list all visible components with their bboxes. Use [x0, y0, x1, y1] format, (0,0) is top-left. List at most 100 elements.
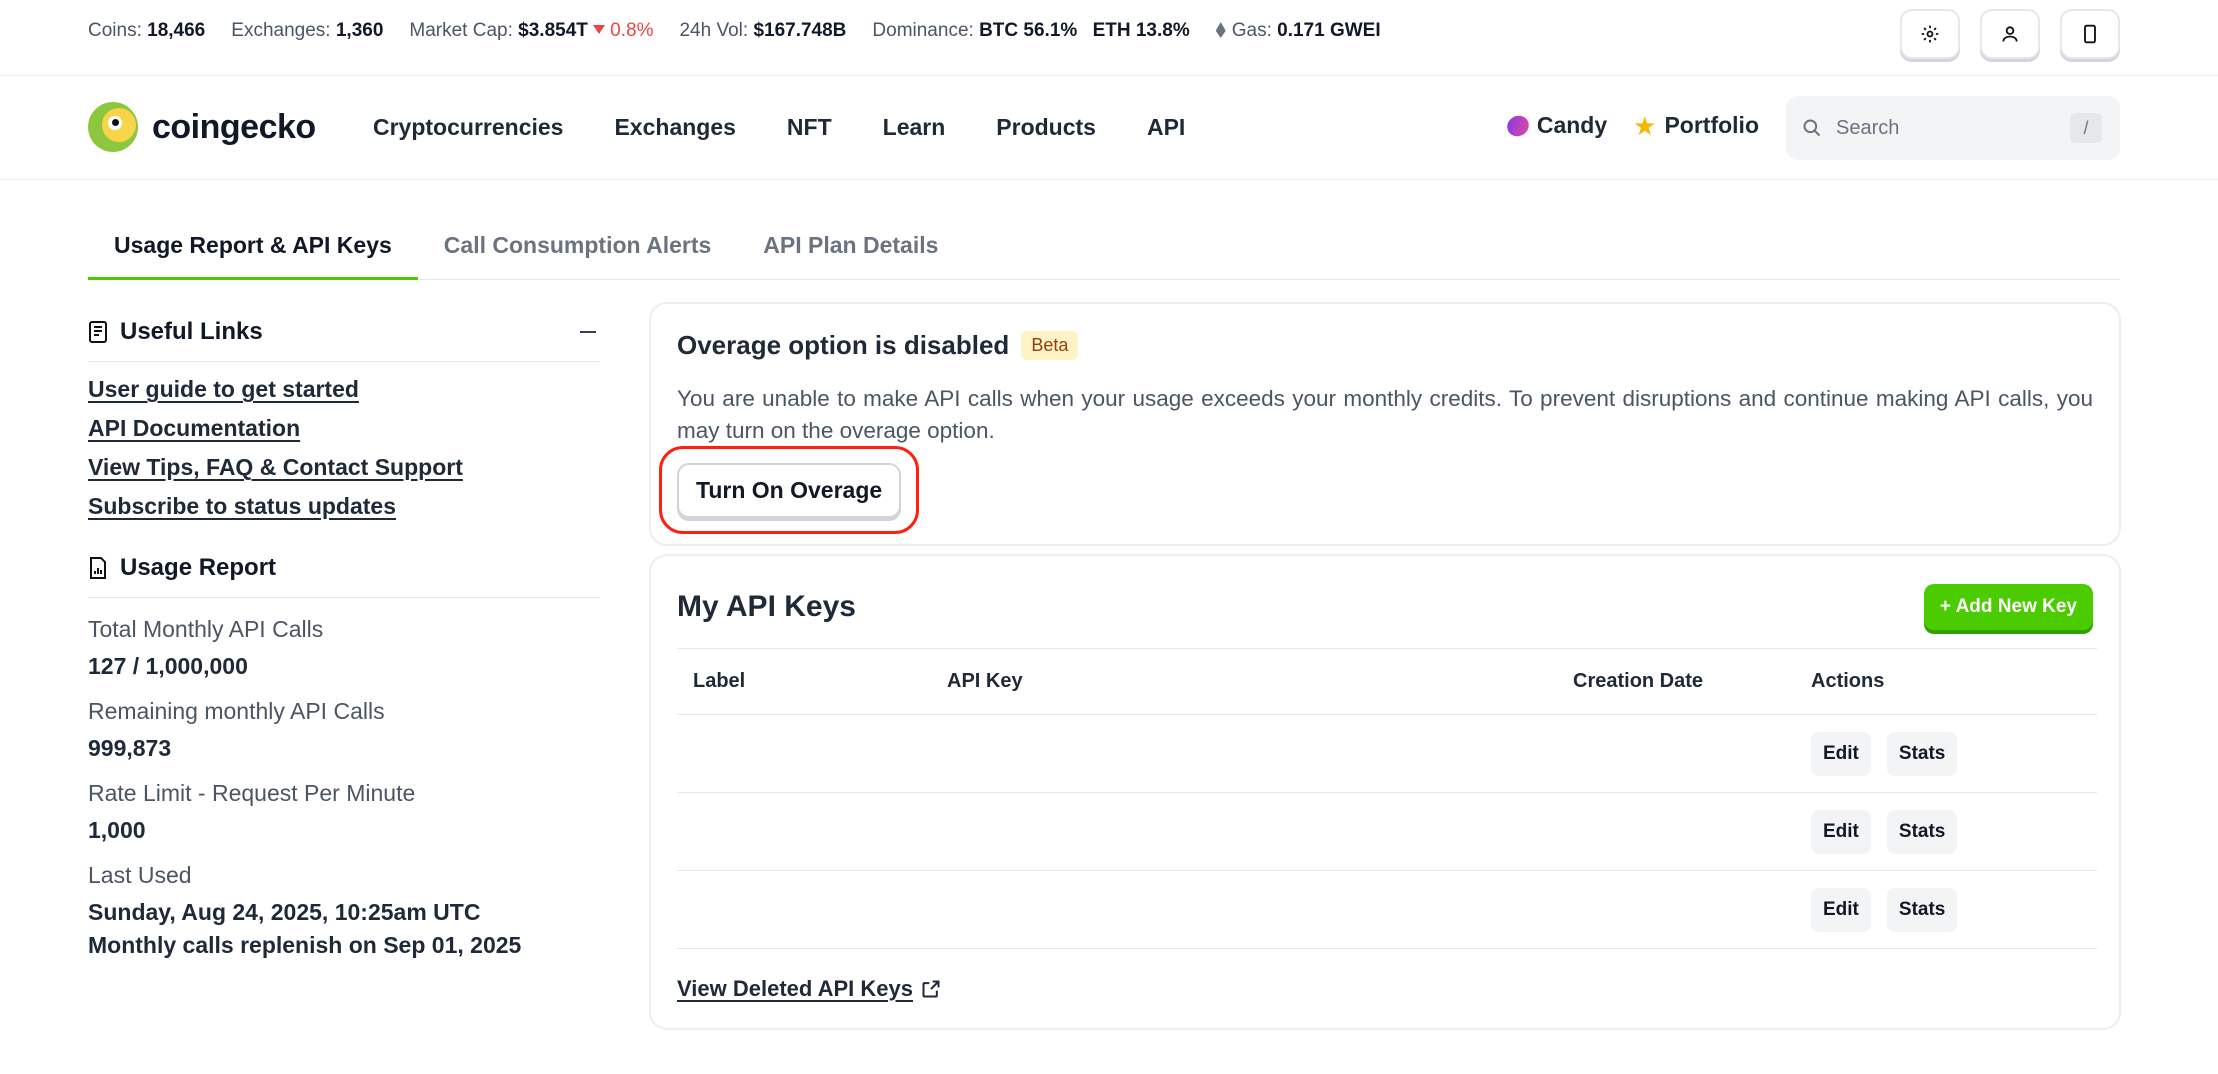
column-actions: Actions: [1795, 648, 2097, 715]
top-icon-buttons: [1900, 9, 2120, 59]
table-row: Edit Stats: [677, 714, 2097, 793]
dominance-label: Dominance:: [872, 20, 974, 41]
market-stats: Coins: 18,466 Exchanges: 1,360 Market Ca…: [88, 20, 1381, 42]
volume-label: 24h Vol:: [679, 20, 749, 41]
cell-creation-date: [1557, 870, 1795, 949]
stats-button[interactable]: Stats: [1886, 809, 1958, 854]
metric-value: 1,000: [88, 817, 146, 843]
metric-value: 127 / 1,000,000: [88, 653, 248, 679]
nav-item-nft[interactable]: NFT: [787, 114, 832, 141]
last-used-value: Sunday, Aug 24, 2025, 10:25am UTC: [88, 899, 481, 925]
book-icon: [89, 320, 107, 343]
coins-value: 18,466: [147, 20, 206, 41]
ethereum-icon: [1215, 22, 1226, 38]
tab-usage-report[interactable]: Usage Report & API Keys: [88, 218, 418, 280]
cell-creation-date: [1557, 792, 1795, 871]
market-cap-stat[interactable]: Market Cap: $3.854T 0.8%: [409, 20, 653, 42]
edit-button[interactable]: Edit: [1811, 887, 1871, 932]
settings-button[interactable]: [1900, 9, 1960, 59]
useful-links-header[interactable]: Useful Links: [88, 302, 600, 362]
turn-on-overage-button[interactable]: Turn On Overage: [677, 463, 902, 518]
coins-stat[interactable]: Coins: 18,466: [88, 20, 205, 42]
tab-api-plan-details[interactable]: API Plan Details: [737, 218, 964, 280]
overage-title-row: Overage option is disabled Beta: [677, 330, 2093, 361]
stats-button[interactable]: Stats: [1886, 731, 1958, 776]
dominance-stat[interactable]: Dominance: BTC 56.1% ETH 13.8%: [872, 20, 1189, 42]
metric-label: Rate Limit - Request Per Minute: [88, 780, 416, 806]
cell-actions: Edit Stats: [1795, 714, 2097, 793]
beta-badge: Beta: [1021, 331, 1079, 360]
gecko-logo-icon: [88, 102, 138, 152]
exchanges-label: Exchanges:: [231, 20, 331, 41]
cell-actions: Edit Stats: [1795, 870, 2097, 949]
cell-actions: Edit Stats: [1795, 792, 2097, 871]
overage-description: You are unable to make API calls when yo…: [677, 386, 2093, 443]
exchanges-value: 1,360: [335, 20, 384, 41]
replenish-note: Monthly calls replenish on Sep 01, 2025: [88, 932, 522, 958]
market-cap-change: 0.8%: [593, 20, 653, 41]
account-button[interactable]: [1980, 9, 2040, 59]
usage-report-header: Usage Report: [88, 538, 600, 598]
column-creation-date: Creation Date: [1557, 648, 1795, 715]
api-keys-card: My API Keys + Add New Key Label API Key …: [649, 554, 2121, 1030]
column-label: Label: [677, 648, 931, 715]
market-cap-change-value: 0.8%: [610, 20, 654, 41]
api-keys-table: Label API Key Creation Date Actions Edit…: [677, 648, 2097, 949]
volume-value: $167.748B: [753, 20, 847, 41]
candy-link[interactable]: Candy: [1503, 111, 1608, 140]
exchanges-stat[interactable]: Exchanges: 1,360: [231, 20, 383, 42]
link-tips-faq-support[interactable]: View Tips, FAQ & Contact Support: [88, 454, 600, 481]
stats-button[interactable]: Stats: [1886, 887, 1958, 932]
coingecko-logo[interactable]: coingecko: [88, 102, 316, 152]
table-header-row: Label API Key Creation Date Actions: [677, 648, 2097, 715]
view-deleted-keys-link[interactable]: View Deleted API Keys: [677, 976, 941, 1002]
collapse-icon[interactable]: [580, 330, 596, 333]
report-document-icon: [90, 556, 106, 579]
page-tabs: Usage Report & API Keys Call Consumption…: [88, 218, 2120, 280]
volume-stat[interactable]: 24h Vol: $167.748B: [679, 20, 846, 42]
logo-text: coingecko: [152, 107, 316, 146]
nav-item-learn[interactable]: Learn: [883, 114, 946, 141]
coins-label: Coins:: [88, 20, 142, 41]
metric-total-calls: Total Monthly API Calls 127 / 1,000,000: [88, 616, 600, 680]
edit-button[interactable]: Edit: [1811, 731, 1871, 776]
portfolio-link[interactable]: ★ Portfolio: [1633, 112, 1759, 139]
link-user-guide[interactable]: User guide to get started: [88, 376, 600, 403]
main-nav: coingecko Cryptocurrencies Exchanges NFT…: [0, 76, 2218, 180]
search-icon: [1803, 119, 1821, 137]
nav-item-api[interactable]: API: [1147, 114, 1185, 141]
nav-item-exchanges[interactable]: Exchanges: [614, 114, 735, 141]
column-api-key: API Key: [931, 648, 1557, 715]
metric-remaining-calls: Remaining monthly API Calls 999,873: [88, 698, 600, 762]
nav-item-products[interactable]: Products: [996, 114, 1096, 141]
link-status-updates[interactable]: Subscribe to status updates: [88, 493, 600, 520]
add-new-key-button[interactable]: + Add New Key: [1923, 584, 2093, 630]
market-cap-value: $3.854T: [518, 20, 588, 41]
tab-call-consumption-alerts[interactable]: Call Consumption Alerts: [418, 218, 738, 280]
cell-api-key: [931, 870, 1557, 949]
metric-rate-limit: Rate Limit - Request Per Minute 1,000: [88, 780, 600, 844]
nav-item-cryptocurrencies[interactable]: Cryptocurrencies: [373, 114, 563, 141]
external-link-icon: [922, 980, 940, 998]
portfolio-label: Portfolio: [1664, 112, 1759, 138]
cell-api-key: [931, 792, 1557, 871]
search-input[interactable]: [1836, 116, 2056, 140]
nav-right: Candy ★ Portfolio: [1503, 111, 1759, 140]
search-box[interactable]: /: [1786, 96, 2120, 160]
metric-label: Remaining monthly API Calls: [88, 698, 385, 724]
cell-label: [677, 792, 931, 871]
metric-last-used: Last Used Sunday, Aug 24, 2025, 10:25am …: [88, 862, 600, 959]
edit-button[interactable]: Edit: [1811, 809, 1871, 854]
cell-api-key: [931, 714, 1557, 793]
stats-bar: Coins: 18,466 Exchanges: 1,360 Market Ca…: [0, 0, 2218, 76]
sidebar: Useful Links User guide to get started A…: [88, 302, 600, 959]
table-row: Edit Stats: [677, 792, 2097, 871]
star-icon: ★: [1633, 110, 1657, 141]
mobile-app-button[interactable]: [2060, 9, 2120, 59]
mobile-phone-icon: [2084, 24, 2096, 44]
candy-label: Candy: [1536, 112, 1608, 138]
gas-stat[interactable]: Gas: 0.171 GWEI: [1215, 20, 1381, 42]
api-keys-title: My API Keys: [677, 590, 856, 623]
useful-links-title: Useful Links: [120, 317, 263, 345]
link-api-documentation[interactable]: API Documentation: [88, 415, 600, 442]
